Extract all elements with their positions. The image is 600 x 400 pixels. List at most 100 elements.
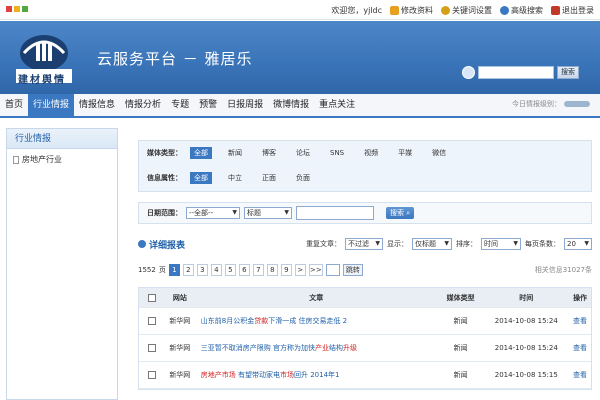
header-type: 媒体类型 (446, 293, 475, 302)
per-page-label: 每页条数： (525, 240, 560, 248)
sort-select[interactable]: 时间 ▼ (481, 238, 521, 250)
info-attr-option[interactable]: 负面 (292, 172, 314, 184)
page-button[interactable]: 8 (266, 264, 278, 276)
row-article-link[interactable]: 三亚暂不取消房产限购 官方称为加快产业结构升级 (195, 343, 438, 353)
main-nav: 首页 行业情报 情报信息 情报分析 专题 预警 日报周报 微博情报 重点关注 今日情报级别： (0, 94, 600, 118)
page-unit: 页 (158, 266, 166, 274)
nav-item[interactable]: 首页 (0, 94, 28, 116)
advanced-search-icon (500, 5, 509, 15)
top-bar: 欢迎您，yjldc 修改资料 关键词设置 高级搜索 退出登录 (0, 0, 600, 20)
header-search: 搜索 (462, 66, 579, 79)
info-attr-option[interactable]: 正面 (258, 172, 280, 184)
logout-label: 退出登录 (562, 5, 594, 15)
select-all-checkbox[interactable] (147, 293, 156, 302)
red-square-icon[interactable] (6, 6, 12, 12)
report-header: 详细报表 重复文章： 不过滤 ▼ 显示： 仅标题 ▼ 排序： 时间 ▼ 每页条数： 2… (138, 236, 592, 252)
row-article-link[interactable]: 山东前8月公积金贷款下滑一成 住房交易走低 2 (195, 316, 438, 326)
advanced-search-label: 高级搜索 (511, 5, 543, 15)
date-range-row: 日期范围： --全部-- ▼ 标题 ▼ 搜索 ⌕ (138, 202, 592, 224)
row-checkbox[interactable] (147, 344, 156, 352)
last-page-button[interactable]: >> (308, 264, 323, 276)
row-checkbox[interactable] (147, 317, 156, 325)
article-title-part: 回升 2014年1 (293, 371, 340, 379)
media-type-option[interactable]: SNS (326, 148, 348, 158)
sort-label: 排序： (456, 240, 477, 248)
nav-item[interactable]: 情报分析 (120, 94, 166, 116)
article-title-part: 升级 (342, 344, 357, 352)
page-button[interactable]: 4 (210, 264, 222, 276)
filter-search-button[interactable]: 搜索 ⌕ (386, 207, 415, 219)
show-select[interactable]: 仅标题 ▼ (412, 238, 452, 250)
date-range-select[interactable]: --全部-- ▼ (186, 207, 240, 219)
row-checkbox[interactable] (147, 371, 156, 379)
media-type-option[interactable]: 视频 (360, 147, 382, 159)
row-article-link[interactable]: 房地产市场 有望带动家电市场回升 2014年1 (195, 370, 438, 380)
page-jump-input[interactable] (325, 264, 340, 276)
article-title-part: 三亚暂不取消房产限购 官方称为加快 (200, 344, 315, 352)
article-title-part: 市场 (279, 371, 294, 379)
article-title-part: 下滑一成 住房交易走低 2 (268, 317, 348, 325)
edit-icon (390, 5, 399, 15)
nav-item[interactable]: 微博情报 (268, 94, 314, 116)
info-attr-label: 信息属性： (147, 174, 182, 182)
media-type-option[interactable]: 论坛 (292, 147, 314, 159)
level-toggle[interactable] (564, 101, 590, 107)
keyword-settings-link[interactable]: 关键词设置 (441, 5, 492, 16)
page-button[interactable]: 6 (238, 264, 250, 276)
row-view-link[interactable]: 查看 (569, 370, 591, 380)
green-square-icon[interactable] (22, 6, 28, 12)
header-search-button[interactable]: 搜索 (557, 66, 579, 79)
sidebar-title: 行业情报 (7, 129, 117, 149)
nav-item[interactable]: 情报信息 (74, 94, 120, 116)
sidebar-item-label: 房地产行业 (22, 155, 62, 164)
page-button[interactable]: 9 (280, 264, 292, 276)
chevron-down-icon: ▼ (284, 209, 289, 216)
nav-item[interactable]: 行业情报 (28, 94, 75, 116)
page-button[interactable]: 7 (252, 264, 264, 276)
next-page-button[interactable]: > (294, 264, 306, 276)
media-type-option[interactable]: 博客 (258, 147, 280, 159)
window-buttons (6, 6, 28, 12)
page-jump-button[interactable]: 跳转 (342, 264, 363, 276)
row-view-link[interactable]: 查看 (569, 343, 591, 353)
key-icon (441, 5, 450, 15)
nav-item[interactable]: 重点关注 (314, 94, 360, 116)
logo-text: 建材舆情 (18, 75, 66, 86)
report-title: 详细报表 (138, 238, 185, 251)
nav-item[interactable]: 日报周报 (222, 94, 268, 116)
page-button[interactable]: 2 (182, 264, 194, 276)
row-time: 2014-10-08 15:15 (494, 371, 558, 379)
media-type-option[interactable]: 全部 (190, 147, 212, 159)
header-search-input[interactable] (478, 66, 554, 79)
field-select[interactable]: 标题 ▼ (244, 207, 292, 219)
sidebar-item-real-estate[interactable]: 房地产行业 (7, 149, 117, 170)
media-type-option[interactable]: 平媒 (394, 147, 416, 159)
nav-item[interactable]: 专题 (166, 94, 194, 116)
document-icon (13, 155, 19, 164)
nav-item[interactable]: 预警 (194, 94, 222, 116)
row-view-link[interactable]: 查看 (569, 316, 591, 326)
advanced-search-link[interactable]: 高级搜索 (500, 5, 543, 16)
info-attr-option[interactable]: 全部 (190, 172, 212, 184)
chevron-down-icon: ▼ (232, 209, 237, 216)
page-button[interactable]: 3 (196, 264, 208, 276)
keyword-input[interactable] (296, 206, 374, 220)
row-site: 新华网 (169, 344, 191, 352)
info-attr-option[interactable]: 中立 (224, 172, 246, 184)
per-page-select[interactable]: 20 ▼ (564, 238, 592, 250)
page-button[interactable]: 1 (168, 264, 180, 276)
page-button[interactable]: 5 (224, 264, 236, 276)
media-type-option[interactable]: 新闻 (224, 147, 246, 159)
filter-search-label: 搜索 (390, 209, 404, 217)
article-title-part: 房地产市场 (200, 371, 236, 379)
yellow-square-icon[interactable] (14, 6, 20, 12)
row-time: 2014-10-08 15:24 (494, 317, 558, 325)
logout-link[interactable]: 退出登录 (551, 5, 594, 16)
edit-profile-link[interactable]: 修改资料 (390, 5, 433, 16)
media-type-option[interactable]: 微信 (428, 147, 450, 159)
dup-select[interactable]: 不过滤 ▼ (345, 238, 383, 250)
bullet-icon (138, 240, 146, 248)
article-title-part: 结构 (328, 344, 343, 352)
page-title: 云服务平台 － 雅居乐 (97, 50, 253, 68)
welcome-text: 欢迎您，yjldc (331, 5, 382, 15)
